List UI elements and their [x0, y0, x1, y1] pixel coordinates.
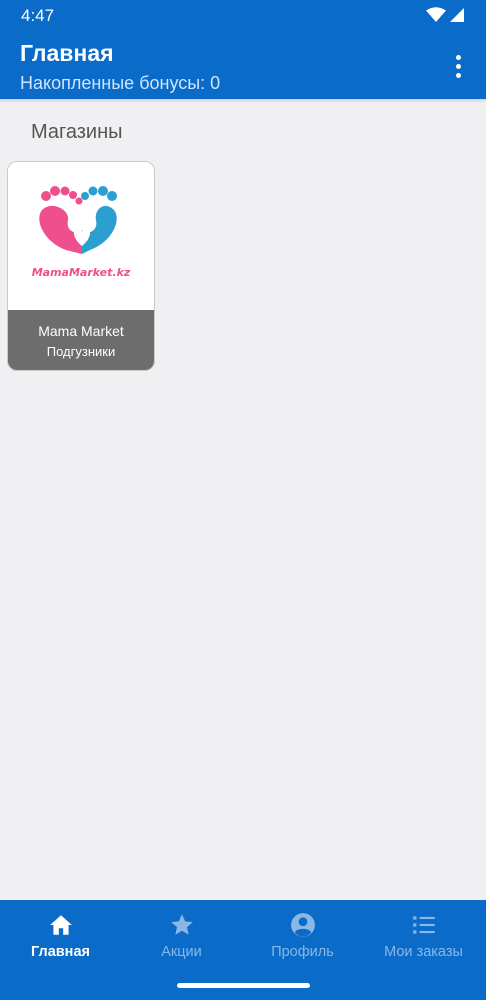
nav-item-profile[interactable]: Профиль [242, 900, 363, 970]
page-title: Главная [20, 40, 114, 66]
app-bar: Главная Накопленные бонусы: 0 [0, 32, 486, 99]
home-icon [50, 915, 72, 935]
star-icon [171, 914, 193, 935]
store-name: Mama Market [38, 323, 124, 339]
store-card[interactable]: MamaMarket.kz Mama Market Подгузники [7, 161, 155, 371]
status-icons [426, 7, 464, 23]
feet-heart-logo-icon: MamaMarket.kz [32, 186, 131, 279]
dot-icon [455, 63, 461, 69]
store-category: Подгузники [46, 344, 116, 359]
status-bar: 4:47 [0, 0, 486, 32]
section-title: Магазины [31, 121, 123, 143]
nav-label: Мои заказы [384, 944, 463, 960]
nav-label: Профиль [271, 944, 334, 960]
nav-label: Акции [161, 944, 202, 960]
account-circle-icon [291, 913, 315, 937]
nav-item-orders[interactable]: Мои заказы [363, 900, 484, 970]
store-logo: MamaMarket.kz [8, 162, 154, 310]
home-indicator [177, 983, 310, 988]
dot-icon [455, 72, 461, 78]
signal-icon [450, 8, 464, 22]
dot-icon [455, 54, 461, 60]
bonus-balance: Накопленные бонусы: 0 [20, 73, 221, 93]
app-bar-shadow [0, 99, 486, 103]
nav-label: Главная [31, 944, 90, 960]
wifi-icon [426, 7, 446, 22]
store-logo-text: MamaMarket.kz [32, 266, 131, 279]
status-time: 4:47 [21, 6, 55, 25]
nav-item-promotions[interactable]: Акции [121, 900, 242, 970]
overflow-menu-button[interactable] [448, 52, 468, 80]
store-info: Mama Market Подгузники [8, 310, 154, 370]
nav-item-home[interactable]: Главная [0, 900, 121, 970]
list-icon [413, 916, 435, 934]
